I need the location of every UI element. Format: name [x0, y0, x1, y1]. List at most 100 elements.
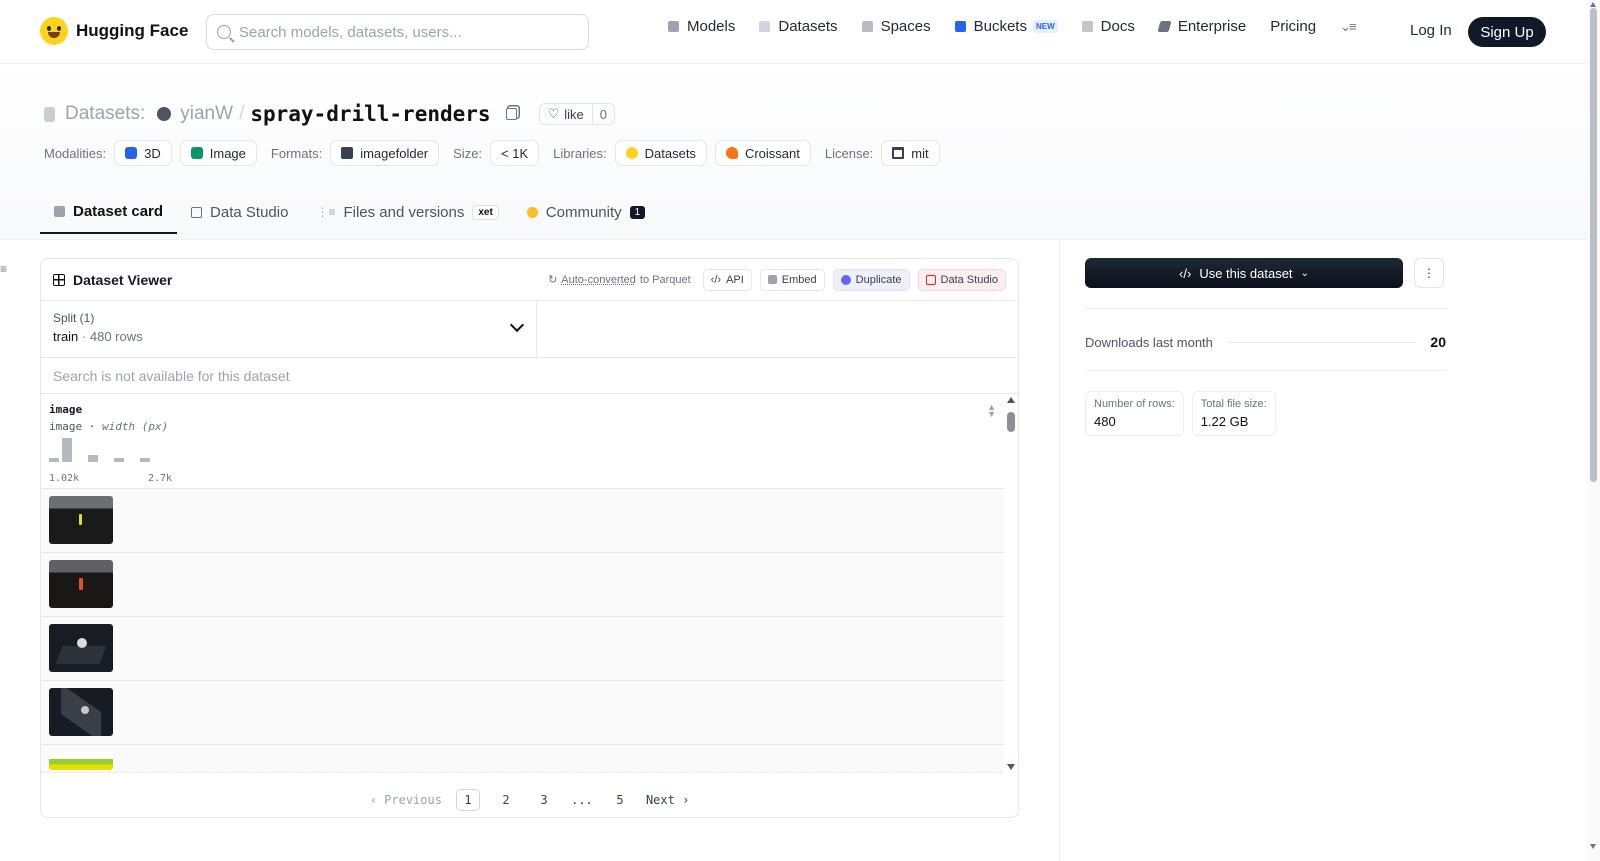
tag-3d-label: 3D: [144, 145, 161, 161]
page-scroll-down-icon[interactable]: [1590, 844, 1596, 849]
tag-license[interactable]: mit: [881, 140, 940, 166]
license-icon: [892, 147, 905, 159]
tag-croissant[interactable]: Croissant: [714, 140, 811, 166]
viewer-title-label: Dataset Viewer: [73, 271, 173, 288]
split-dot: ·: [81, 329, 90, 344]
search-unavailable: Search is not available for this dataset: [41, 358, 1018, 394]
histogram-bar[interactable]: [88, 455, 98, 462]
search-input[interactable]: [239, 23, 569, 41]
page-2-button[interactable]: 2: [494, 789, 518, 811]
search-box[interactable]: [206, 14, 589, 50]
table-scrollbar[interactable]: [1004, 394, 1018, 776]
tags-row: Modalities: 3D Image Formats: imagefolde…: [44, 140, 940, 166]
table-row[interactable]: [41, 745, 1018, 773]
page-5-button[interactable]: 5: [608, 789, 632, 811]
nav-datasets[interactable]: Datasets: [759, 18, 838, 35]
tab-files-versions[interactable]: ⋮≡ Files and versions xet: [302, 190, 512, 234]
split-selector[interactable]: Split (1) train · 480 rows: [41, 301, 537, 357]
tag-image[interactable]: Image: [179, 140, 257, 166]
tab-files-versions-label: Files and versions: [343, 203, 465, 221]
scroll-down-icon[interactable]: [1007, 764, 1015, 770]
api-button[interactable]: ‹/› API: [702, 268, 752, 291]
more-options-button[interactable]: ⋮: [1414, 258, 1444, 288]
nav-pricing[interactable]: Pricing: [1270, 18, 1316, 35]
nav-buckets[interactable]: Buckets NEW: [954, 18, 1058, 35]
new-badge: NEW: [1032, 20, 1058, 33]
table-row[interactable]: [41, 553, 1018, 617]
pagination: ‹ Previous 1 2 3 ... 5 Next ›: [41, 783, 1018, 817]
code-icon: ‹/›: [1179, 265, 1192, 281]
histogram-bar[interactable]: [49, 458, 59, 462]
refresh-icon: ↻: [548, 274, 558, 286]
sort-icon[interactable]: ▲ ▼: [987, 403, 996, 419]
tag-3d[interactable]: 3D: [114, 140, 172, 166]
downloads-row: Downloads last month 20: [1085, 308, 1446, 350]
brand-name: Hugging Face: [76, 21, 189, 40]
auto-converted-link[interactable]: Auto-converted: [561, 274, 636, 286]
previous-page-button[interactable]: ‹ Previous: [370, 793, 442, 807]
thumbnail-image[interactable]: [49, 624, 113, 672]
previous-label: Previous: [384, 793, 442, 807]
nav-spaces-label: Spaces: [880, 18, 931, 35]
histogram-bar[interactable]: [62, 438, 72, 462]
viewer-actions: ↻ Auto-converted to Parquet ‹/› API Embe…: [548, 268, 1006, 291]
next-page-button[interactable]: Next ›: [646, 793, 689, 807]
tab-dataset-card[interactable]: Dataset card: [40, 190, 178, 234]
embed-icon: [767, 275, 777, 284]
scroll-thumb[interactable]: [1007, 412, 1015, 432]
login-link[interactable]: Log In: [1410, 22, 1452, 39]
column-header-image[interactable]: image image · width (px) 1.02k 2.7k ▲ ▼: [41, 394, 1018, 489]
table-row[interactable]: [41, 681, 1018, 745]
owner-link[interactable]: yianW: [180, 103, 233, 125]
kebab-menu-icon: ⋮: [1423, 266, 1435, 280]
histogram-bar[interactable]: [140, 458, 150, 462]
embed-button[interactable]: Embed: [759, 268, 825, 291]
nav-docs[interactable]: Docs: [1081, 18, 1135, 35]
tag-datasets-lib[interactable]: Datasets: [614, 140, 707, 166]
like-button[interactable]: ♡ like 0: [538, 103, 615, 125]
thumbnail-image[interactable]: [49, 560, 113, 608]
models-icon: [668, 21, 679, 32]
page-1-button[interactable]: 1: [455, 789, 480, 811]
page-scrollbar[interactable]: [1587, 0, 1600, 861]
stat-size-label: Total file size:: [1200, 398, 1267, 410]
tag-size[interactable]: < 1K: [490, 140, 540, 166]
page-3-button[interactable]: 3: [532, 789, 556, 811]
thumbnail-image[interactable]: [49, 752, 113, 770]
page-scroll-thumb[interactable]: [1590, 8, 1597, 482]
brand-logo[interactable]: Hugging Face: [40, 17, 188, 45]
table-row[interactable]: [41, 617, 1018, 681]
nav-models[interactable]: Models: [668, 18, 735, 35]
duplicate-button[interactable]: Duplicate: [832, 268, 910, 291]
tag-imagefolder[interactable]: imagefolder: [330, 140, 440, 166]
dataset-stats: Number of rows: 480 Total file size: 1.2…: [1085, 370, 1446, 436]
histogram-max-label: 2.7k: [148, 473, 173, 484]
stat-rows: Number of rows: 480: [1085, 391, 1184, 436]
thumbnail-image[interactable]: [49, 688, 113, 736]
copy-icon[interactable]: [505, 108, 517, 120]
api-button-label: API: [726, 273, 744, 286]
data-studio-button[interactable]: Data Studio: [917, 268, 1006, 291]
tab-community[interactable]: Community 1: [513, 190, 659, 234]
nav-more-menu[interactable]: ⌄≡: [1340, 19, 1357, 35]
dataset-card-icon: [54, 205, 65, 217]
dataset-icon: [44, 106, 55, 122]
use-dataset-button[interactable]: ‹/› Use this dataset ⌄: [1085, 258, 1403, 288]
thumbnail-image[interactable]: [49, 496, 113, 544]
nav-enterprise[interactable]: Enterprise: [1157, 18, 1246, 35]
nav-links: Models Datasets Spaces Buckets NEW Docs …: [668, 18, 1357, 35]
split-row: Split (1) train · 480 rows: [41, 301, 1018, 358]
tab-data-studio[interactable]: Data Studio: [177, 190, 302, 234]
nav-spaces[interactable]: Spaces: [861, 18, 931, 35]
section-label[interactable]: Datasets:: [65, 103, 145, 125]
downloads-label: Downloads last month: [1085, 334, 1213, 350]
scroll-up-icon[interactable]: [1007, 397, 1015, 403]
repo-name[interactable]: spray-drill-renders: [250, 102, 490, 126]
next-label: Next: [645, 793, 675, 807]
signup-button[interactable]: Sign Up: [1468, 17, 1546, 47]
auto-converted-note[interactable]: ↻ Auto-converted to Parquet: [548, 273, 691, 287]
page-scroll-up-icon[interactable]: [1590, 2, 1596, 7]
table-row[interactable]: [41, 489, 1018, 553]
sidebar-toggle-icon[interactable]: ≡: [0, 262, 7, 276]
histogram-bar[interactable]: [114, 458, 124, 462]
